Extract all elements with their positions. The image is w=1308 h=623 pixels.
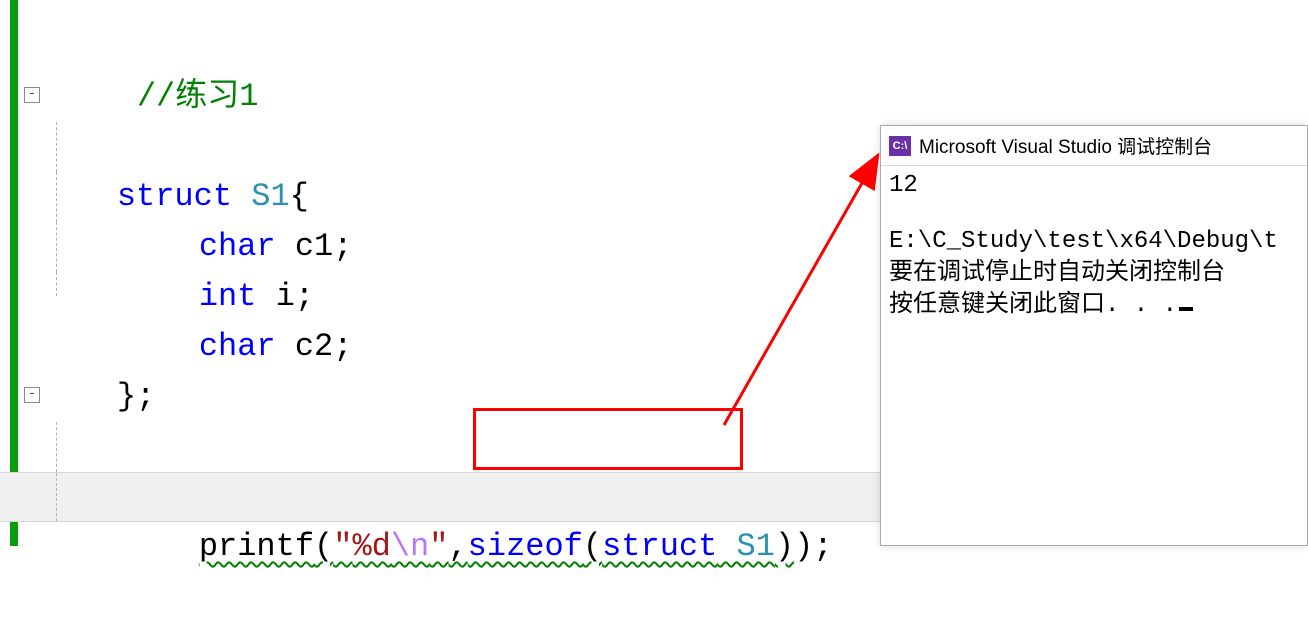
fold-icon[interactable]: - [24,87,40,103]
console-path: E:\C_Study\test\x64\Debug\t [889,226,1299,258]
indent-guide [56,222,57,272]
fold-icon[interactable]: - [24,387,40,403]
paren: ) [775,528,794,565]
code-line-comment[interactable]: //练习1 [0,22,1308,72]
indent-guide [56,473,57,521]
debug-console-window[interactable]: C:\ Microsoft Visual Studio 调试控制台 12 E:\… [880,125,1308,546]
indent-guide [56,172,57,222]
console-title: Microsoft Visual Studio 调试控制台 [919,132,1212,159]
indent-guide [56,422,57,472]
indent-guide [56,272,57,296]
escape-seq: \n [391,528,429,565]
comma: , [448,528,467,565]
console-titlebar[interactable]: C:\ Microsoft Visual Studio 调试控制台 [881,126,1307,166]
paren: ( [583,528,602,565]
console-hint-line2: 按任意键关闭此窗口. . . [889,290,1299,322]
console-app-icon: C:\ [889,136,911,156]
printf-call: printf [199,528,314,565]
type-name: S1 [717,528,775,565]
indent-guide [56,122,57,172]
string-quote: " [429,528,448,565]
console-body[interactable]: 12 E:\C_Study\test\x64\Debug\t 要在调试停止时自动… [881,166,1307,326]
console-hint-line1: 要在调试停止时自动关闭控制台 [889,258,1299,290]
code-line-struct-open[interactable]: - struct S1{ [0,72,1308,122]
console-output-value: 12 [889,170,1299,202]
stmt-end: ); [794,528,832,565]
keyword-sizeof: sizeof [468,528,583,565]
keyword-struct: struct [602,528,717,565]
console-cursor [1179,307,1193,311]
paren: ( [314,528,333,565]
format-spec: %d [352,528,390,565]
string-quote: " [333,528,352,565]
